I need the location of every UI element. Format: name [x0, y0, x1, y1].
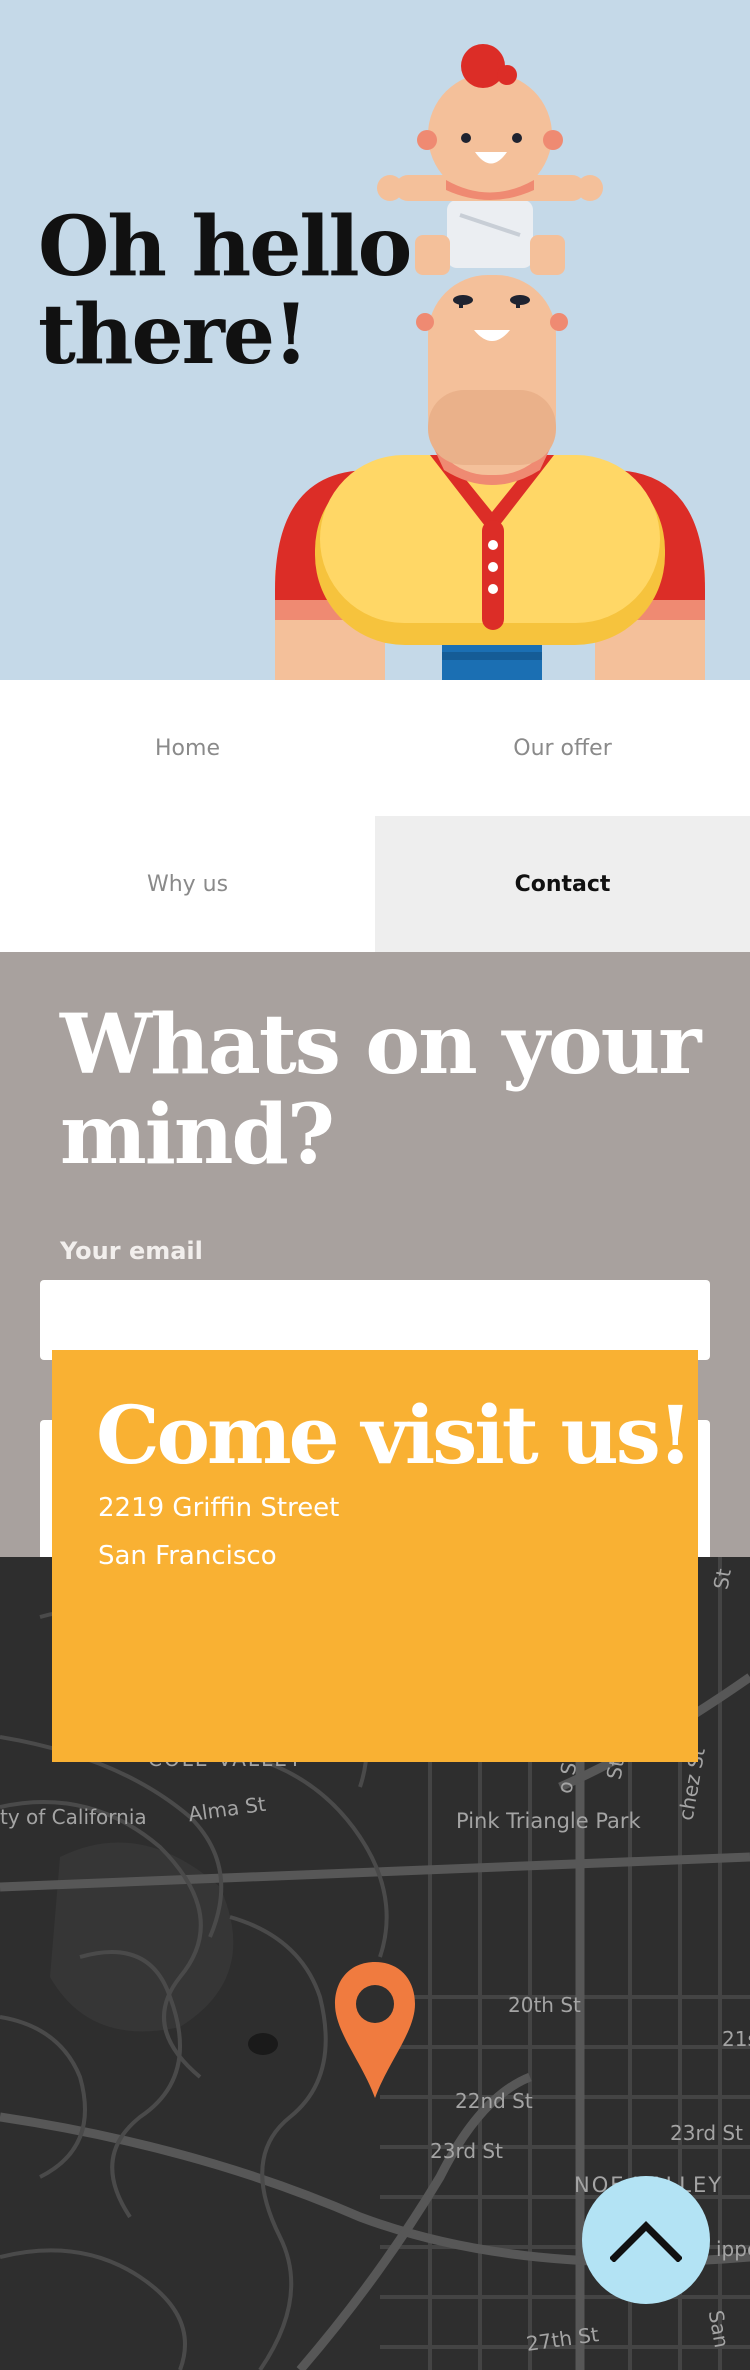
map-label: ty of California — [0, 1805, 147, 1829]
map-label: Pink Triangle Park — [456, 1809, 641, 1833]
visit-card: Come visit us! 2219 Griffin Street San F… — [52, 1350, 698, 1762]
hero-title-line-2: there! — [38, 287, 309, 383]
map-dot — [248, 2033, 278, 2055]
father-baby-illustration — [275, 44, 705, 680]
visit-title: Come visit us! — [96, 1388, 693, 1482]
nav-item-our-offer[interactable]: Our offer — [375, 680, 750, 816]
address-street: 2219 Griffin Street — [98, 1493, 340, 1523]
email-field[interactable] — [40, 1280, 710, 1360]
nav-item-why-us[interactable]: Why us — [0, 816, 375, 952]
chevron-up-icon — [610, 2221, 682, 2262]
nav-item-home[interactable]: Home — [0, 680, 375, 816]
map-label: 22nd St — [455, 2089, 533, 2113]
map-label: 23rd St — [670, 2121, 743, 2145]
map-label: ippe — [716, 2237, 750, 2261]
contact-form-title: Whats on your mind? — [60, 1000, 720, 1180]
main-navigation: Home Our offer Why us Contact — [0, 680, 750, 952]
scroll-to-top-button[interactable] — [582, 2176, 710, 2304]
map-label: 23rd St — [430, 2139, 503, 2163]
location-pin-icon[interactable] — [330, 1962, 420, 2102]
contact-form-title-line-2: mind? — [60, 1087, 335, 1183]
email-label: Your email — [60, 1237, 203, 1265]
map-label: St — [708, 1566, 736, 1592]
address-city: San Francisco — [98, 1541, 277, 1571]
contact-form-title-line-1: Whats on your — [60, 997, 701, 1093]
map-label: 20th St — [508, 1993, 581, 2017]
nav-item-contact[interactable]: Contact — [375, 816, 750, 952]
hero-section: Oh hello there! — [0, 0, 750, 680]
map-label: 21s — [722, 2027, 750, 2051]
